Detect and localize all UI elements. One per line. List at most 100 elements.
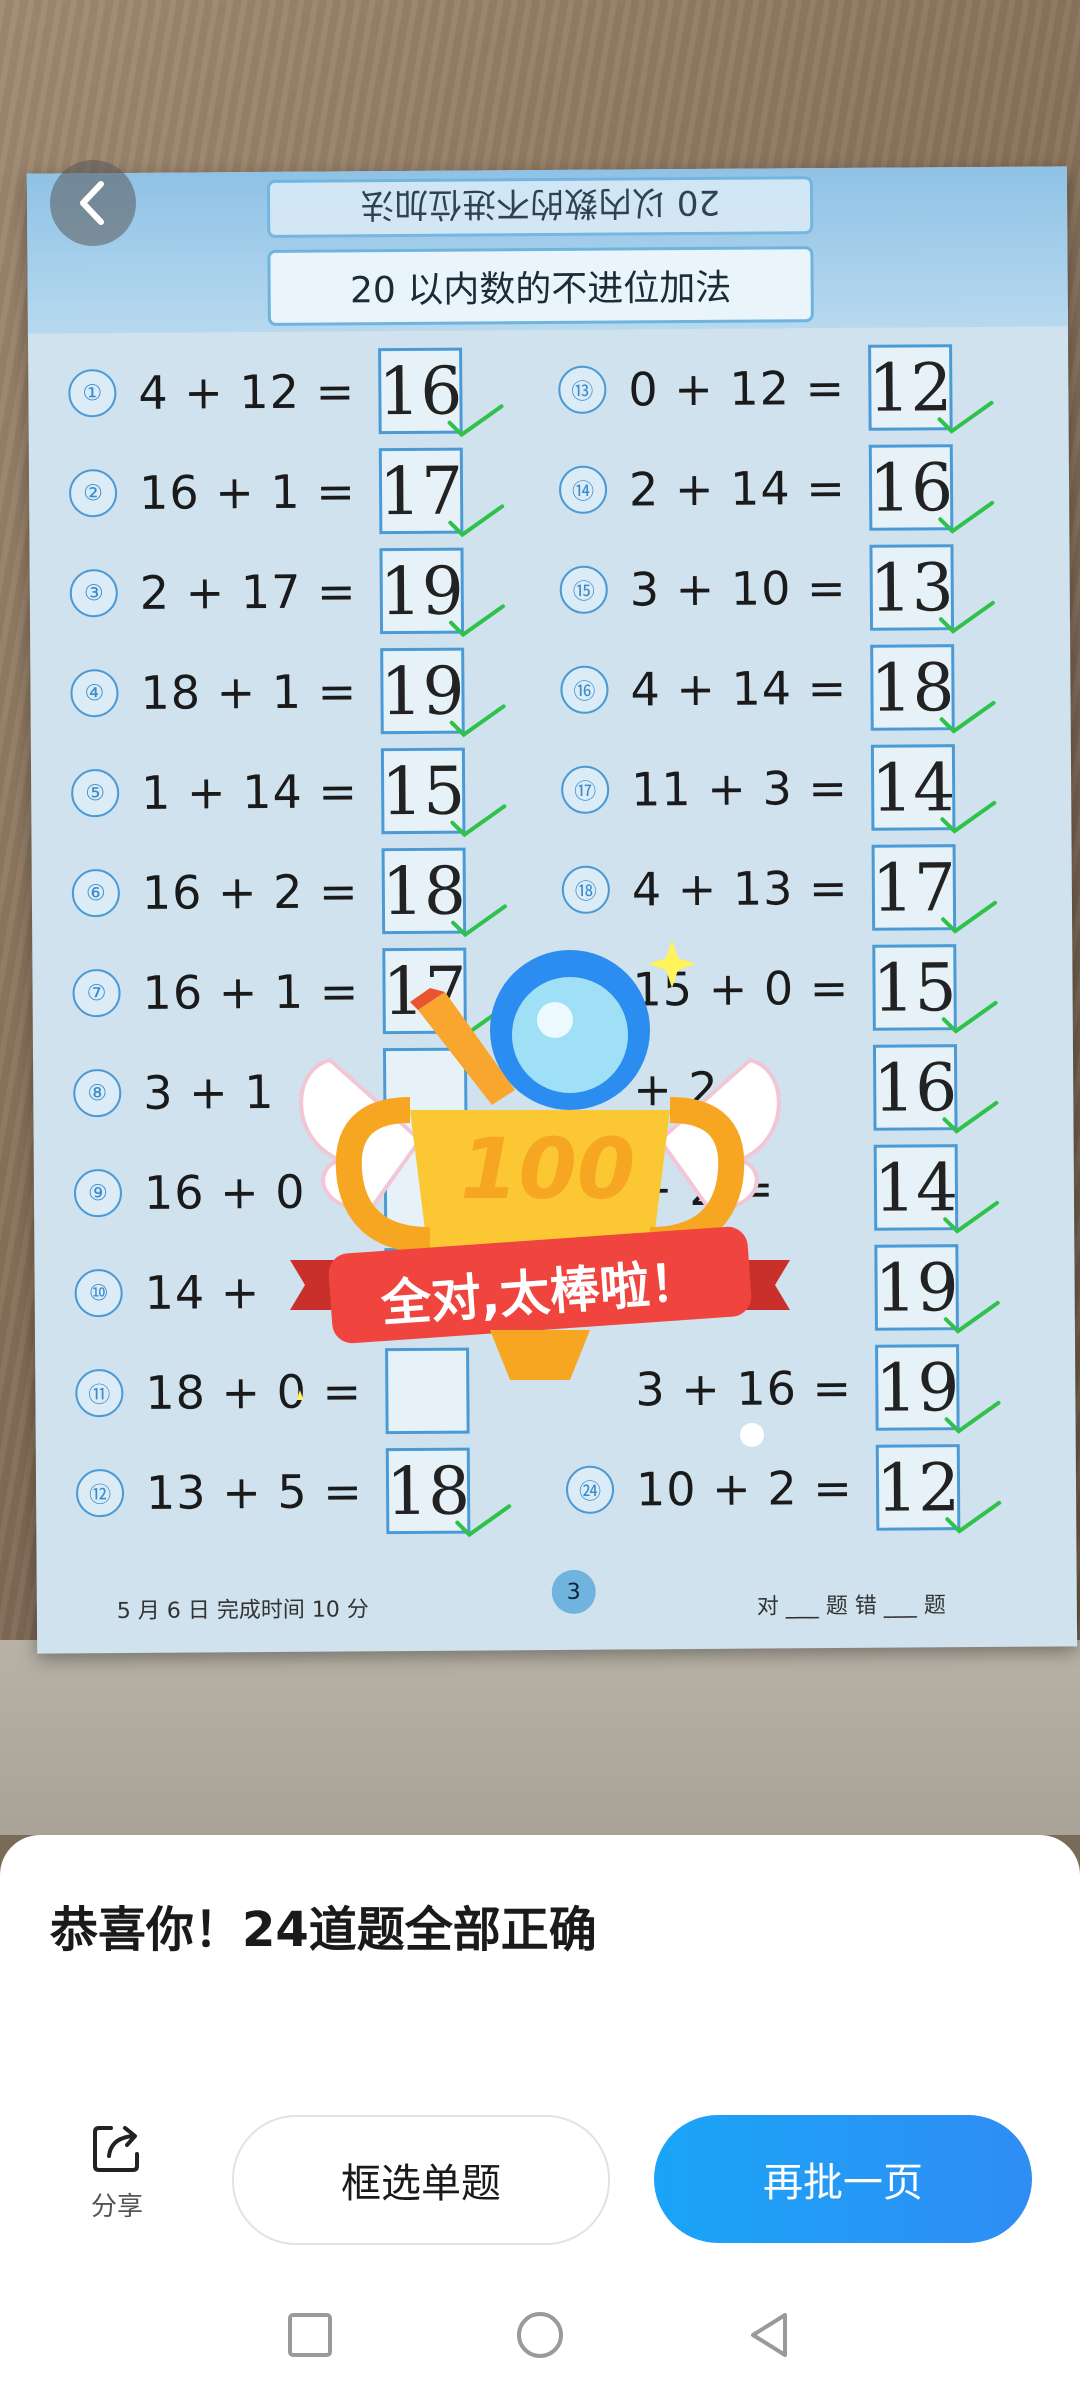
worksheet-footer-date: 5 月 6 日 完成时间 10 分 [116,1597,369,1625]
correct-check-icon [938,500,995,534]
share-button[interactable]: 分享 [72,2120,162,2223]
nav-square-icon[interactable] [285,2310,335,2360]
answer-box: 14 [870,744,997,834]
correct-check-icon [943,1200,1000,1234]
answer-box: 16 [378,347,504,438]
answer-box: 13 [869,544,995,634]
problem-expression: 0 + 12 = [628,360,846,417]
problem-number: ⑭ [558,465,608,514]
problem-row: ② 16 + 1 = 17 [68,447,505,538]
problem-expression: 4 + 12 = [138,364,356,420]
problem-number: ⑤ [71,769,120,818]
problem-row: ⑥ 16 + 2 = 18 [71,847,507,938]
correct-check-icon [449,704,506,738]
correct-check-icon [450,804,507,838]
answer-box: 15 [872,944,998,1034]
correct-check-icon [944,1400,1001,1434]
result-title: 恭喜你！24道题全部正确 [50,1902,597,1958]
problem-expression: 2 + 17 = [139,564,357,620]
problem-number: ⑥ [71,869,121,918]
answer-box: 12 [868,344,994,434]
problem-number: ⑮ [559,565,608,614]
share-label: 分享 [90,2192,143,2222]
problem-number: ⑯ [560,665,609,714]
problem-row: ⑭ 2 + 14 = 16 [558,444,995,534]
correct-check-icon [945,1500,1002,1534]
problem-number: ⑱ [561,865,611,914]
grade-another-page-button[interactable]: 再批一页 [654,2115,1032,2243]
answer-box: 18 [381,847,507,938]
problem-row: ㉔ 10 + 2 = 12 [565,1444,1002,1534]
correct-check-icon [447,404,504,438]
answer-box: 19 [874,1244,1000,1334]
problem-number: ㉔ [565,1465,615,1514]
nav-back-triangle-icon[interactable] [745,2310,795,2360]
share-icon [93,2126,139,2172]
correct-check-icon [942,1100,999,1134]
problem-row: ③ 2 + 17 = 19 [69,547,505,638]
correct-check-icon [943,1300,1000,1334]
correct-check-icon [448,504,505,538]
back-arrow-icon [80,181,104,225]
problem-expression: 16 + 1 = [138,464,357,520]
answer-box: 17 [871,844,997,934]
problem-number: ⑧ [73,1069,122,1118]
badge-score: 100 [460,1120,636,1218]
problem-expression: 16 + 2 = [141,864,359,920]
worksheet-page-number: 3 [551,1569,596,1615]
problem-row: ⑬ 0 + 12 = 12 [558,344,994,434]
problem-expression: 3 + 10 = [629,560,847,617]
correct-check-icon [451,904,507,938]
problem-row: ⑮ 3 + 10 = 13 [559,544,995,634]
problem-number: ⑰ [560,765,610,814]
problem-expression: 4 + 14 = [630,660,848,717]
correct-check-icon [941,900,997,934]
problem-expression: 10 + 2 = [635,1460,853,1517]
answer-box: 18 [385,1447,512,1538]
problem-expression: 2 + 14 = [628,460,847,517]
worksheet-paper: 20 以内数的不进位加法 20 以内数的不进位加法 ① 4 + 12 = 16 ② 16… [26,166,1078,1654]
problem-row: ⑱ 4 + 13 = 17 [561,844,997,934]
select-single-question-button[interactable]: 框选单题 [232,2115,610,2245]
problem-row: ⑫ 13 + 5 = 18 [75,1447,512,1538]
worksheet-photo: 20 以内数的不进位加法 20 以内数的不进位加法 ① 4 + 12 = 16 ② 16… [0,0,1080,1835]
photo-floor [0,1640,1080,1835]
answer-box: 14 [873,1144,1000,1234]
answer-box: 19 [380,647,506,738]
problem-expression: 11 + 3 = [630,760,849,817]
answer-box: 18 [870,644,996,734]
worksheet-footer-score: 对 ___ 题 错 ___ 题 [756,1593,946,1620]
nav-circle-icon[interactable] [515,2310,565,2360]
answer-box: 15 [380,747,507,838]
problem-number: ⑫ [75,1469,125,1518]
problem-expression: 18 + 1 = [140,664,358,720]
answer-box: 12 [875,1444,1002,1534]
answer-box: 16 [872,1044,999,1134]
problem-expression: 1 + 14 = [140,764,359,820]
problem-row: ① 4 + 12 = 16 [68,347,504,438]
answer-box: 17 [378,447,505,538]
full-marks-badge: 100 全对,太棒啦！ [270,940,810,1430]
problem-expression: 4 + 13 = [631,860,849,917]
answer-box: 19 [875,1344,1001,1434]
correct-check-icon [939,700,996,734]
back-button[interactable] [50,160,136,246]
correct-check-icon [941,1000,998,1034]
photo-marker-dot [740,1423,764,1447]
problem-row: ④ 18 + 1 = 19 [70,647,506,738]
problem-number: ⑩ [74,1269,123,1318]
correct-check-icon [448,604,505,638]
correct-check-icon [938,600,995,634]
problem-number: ⑨ [73,1169,123,1218]
answer-box: 16 [868,444,995,534]
problem-number: ③ [69,569,118,618]
problem-number: ⑬ [558,365,607,414]
worksheet-title: 20 以内数的不进位加法 [267,246,814,326]
worksheet-title-mirror: 20 以内数的不进位加法 [266,176,814,238]
problem-row: ⑯ 4 + 14 = 18 [560,644,996,734]
problem-number: ⑪ [75,1369,124,1418]
correct-check-icon [937,400,994,434]
correct-check-icon [940,800,997,834]
problem-number: ⑦ [72,969,121,1018]
system-nav-bar [0,2280,1080,2400]
